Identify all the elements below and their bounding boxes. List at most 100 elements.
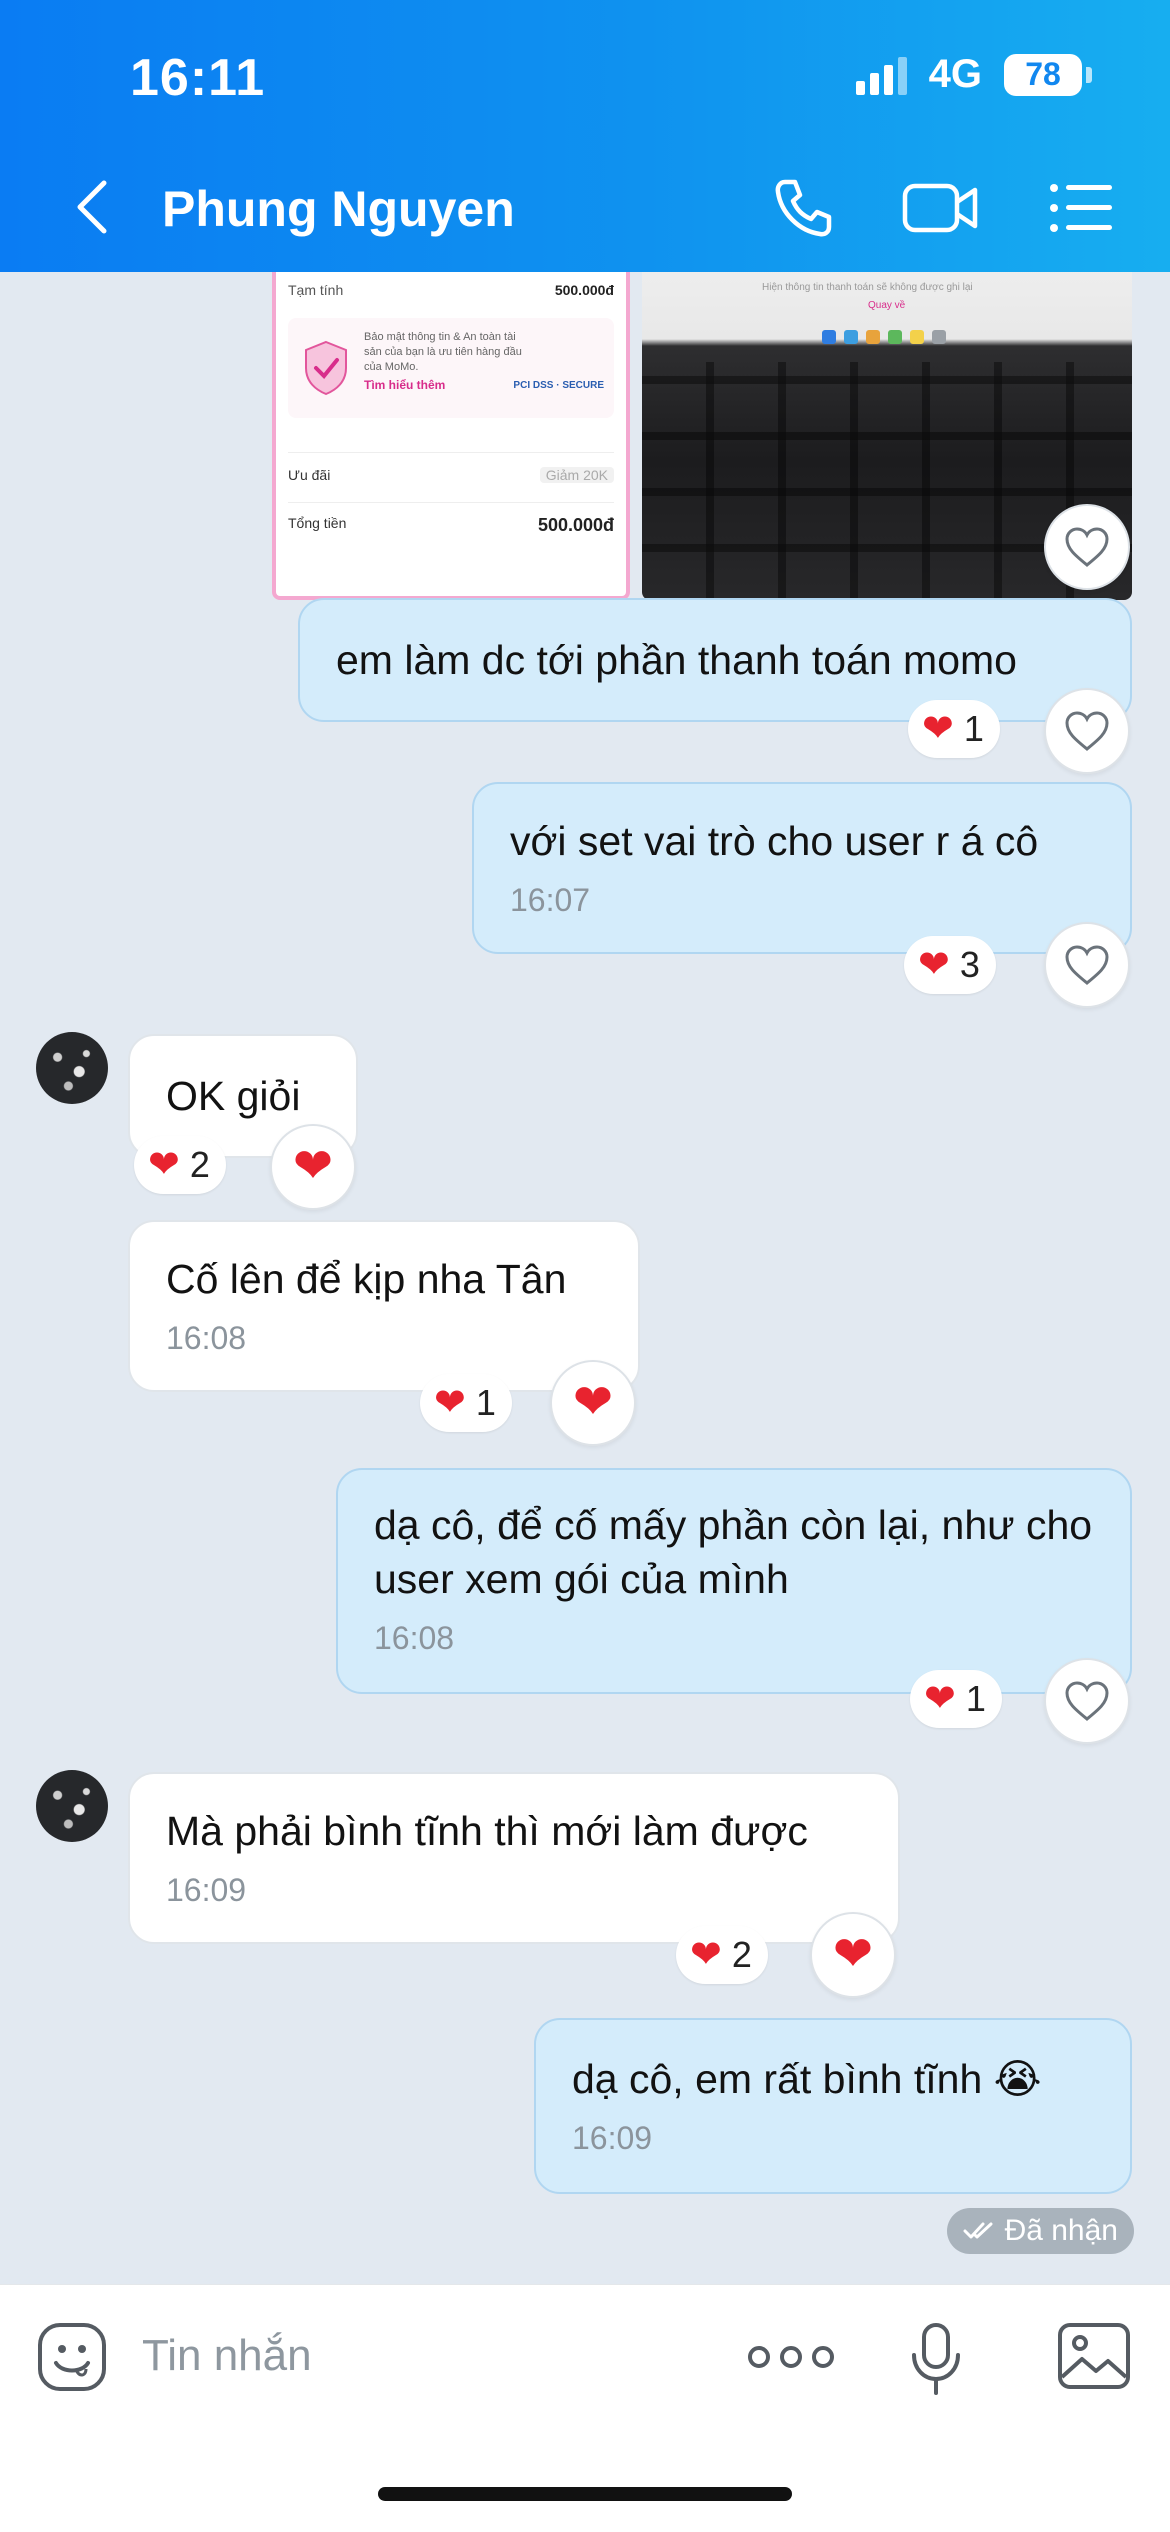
message-text: Cố lên để kịp nha Tân	[166, 1256, 567, 1302]
double-check-icon	[963, 2222, 993, 2239]
message-input[interactable]: Tin nhắn	[142, 2331, 312, 2381]
reaction-count: 1	[475, 1382, 496, 1423]
heart-icon: ❤	[690, 1934, 722, 1976]
message-input-bar: Tin nhắn	[0, 2284, 1170, 2532]
heart-icon: ❤	[434, 1382, 466, 1424]
reaction-summary[interactable]: ❤ 2	[134, 1136, 226, 1194]
heart-outline-icon	[1065, 1681, 1109, 1721]
heart-icon: ❤	[918, 944, 950, 986]
like-button-active[interactable]: ❤	[550, 1360, 636, 1446]
momo-subtotal-label: Tạm tính	[288, 282, 344, 298]
contact-name[interactable]: Phung Nguyen	[162, 180, 515, 238]
momo-notice-link: Tìm hiểu thêm	[364, 378, 446, 392]
cellular-signal-icon	[855, 55, 907, 95]
heart-icon: ❤	[148, 1144, 180, 1186]
more-options-button[interactable]	[748, 2335, 834, 2379]
status-indicators: 4G 78	[855, 52, 1092, 97]
reaction-summary[interactable]: ❤ 1	[908, 700, 1000, 758]
like-button-active[interactable]: ❤	[810, 1912, 896, 1998]
message-text: dạ cô, để cố mấy phần còn lại, như cho u…	[374, 1502, 1093, 1602]
momo-total-label: Tổng tiền	[288, 515, 347, 531]
heart-outline-icon	[1065, 945, 1109, 985]
voice-message-button[interactable]	[906, 2321, 966, 2397]
momo-total-row: Tổng tiền 500.000đ	[288, 502, 614, 536]
message-time: 16:07	[510, 882, 591, 918]
heart-icon: ❤	[924, 1678, 956, 1720]
reaction-count: 1	[963, 708, 984, 749]
video-call-icon	[902, 183, 978, 233]
reaction-count: 1	[965, 1678, 986, 1719]
momo-promo-row: Ưu đãi Giảm 20K	[288, 452, 614, 483]
emoji-button[interactable]	[36, 2321, 108, 2393]
sender-avatar[interactable]	[36, 1032, 108, 1104]
message-outgoing[interactable]: với set vai trò cho user r á cô 16:07	[472, 782, 1132, 954]
momo-promo-label: Ưu đãi	[288, 467, 331, 483]
momo-promo-value: Giảm 20K	[539, 467, 614, 483]
battery-level: 78	[1004, 53, 1082, 96]
network-type: 4G	[928, 52, 982, 96]
delivery-status-text: Đã nhận	[1004, 2214, 1118, 2247]
status-time: 16:11	[130, 49, 266, 107]
message-text: Mà phải bình tĩnh thì mới làm được	[166, 1808, 808, 1854]
heart-icon: ❤	[832, 1928, 874, 1981]
message-text: em làm dc tới phần thanh toán momo	[336, 637, 1017, 683]
sender-avatar[interactable]	[36, 1770, 108, 1842]
home-indicator	[378, 2487, 792, 2501]
heart-icon: ❤	[572, 1376, 614, 1429]
heart-outline-icon	[1065, 527, 1109, 567]
message-time: 16:08	[166, 1320, 247, 1356]
back-arrow-icon	[77, 180, 107, 234]
phone-icon	[775, 179, 832, 237]
like-button[interactable]	[1044, 688, 1130, 774]
message-time: 16:09	[166, 1872, 247, 1908]
video-call-button[interactable]	[896, 168, 986, 248]
message-text: với set vai trò cho user r á cô	[510, 818, 1039, 864]
reaction-summary[interactable]: ❤ 2	[676, 1926, 768, 1984]
microphone-icon	[912, 2323, 960, 2395]
chat-menu-button[interactable]	[1036, 168, 1126, 248]
image-attachment-momo[interactable]: Tạm tính 500.000đ Bảo mật thông tin & An…	[272, 272, 630, 600]
momo-subtotal-row: Tạm tính 500.000đ	[288, 282, 614, 298]
momo-subtotal-value: 500.000đ	[554, 282, 614, 298]
like-button[interactable]	[1044, 922, 1130, 1008]
send-image-button[interactable]	[1056, 2321, 1132, 2391]
chat-header: 16:11 4G 78 Phung Nguyen	[0, 0, 1170, 272]
heart-outline-icon	[1065, 711, 1109, 751]
reaction-count: 2	[189, 1144, 210, 1185]
momo-security-notice: Bảo mật thông tin & An toàn tài sản của …	[288, 318, 614, 418]
more-dots-icon	[748, 2346, 770, 2368]
message-incoming[interactable]: Cố lên để kịp nha Tân 16:08	[128, 1220, 640, 1392]
momo-notice-text: Bảo mật thông tin & An toàn tài sản của …	[364, 331, 522, 373]
battery-icon: 78	[1004, 53, 1092, 96]
reaction-count: 3	[959, 944, 980, 985]
reaction-summary[interactable]: ❤ 1	[910, 1670, 1002, 1728]
message-time: 16:09	[572, 2120, 653, 2156]
heart-icon: ❤	[922, 708, 954, 750]
reaction-summary[interactable]: ❤ 3	[904, 936, 996, 994]
reaction-summary[interactable]: ❤ 1	[420, 1374, 512, 1432]
message-time: 16:08	[374, 1620, 455, 1656]
message-text: OK giỏi	[166, 1073, 301, 1119]
back-button[interactable]	[62, 172, 122, 242]
photo-taskbar	[822, 330, 962, 346]
message-incoming[interactable]: Mà phải bình tĩnh thì mới làm được 16:09	[128, 1772, 900, 1944]
shield-icon	[305, 340, 347, 396]
photo-screen-text: Hiện thông tin thanh toán sẽ không được …	[762, 282, 973, 293]
delivery-status: Đã nhận	[946, 2208, 1134, 2254]
message-text: dạ cô, em rất bình tĩnh 😭	[572, 2056, 1042, 2102]
emoji-icon	[38, 2323, 106, 2391]
momo-partner-logos: PCI DSS · SECURE	[513, 380, 604, 391]
menu-list-icon	[1050, 184, 1112, 232]
photo-screen-link: Quay về	[868, 300, 906, 311]
message-outgoing[interactable]: em làm dc tới phần thanh toán momo	[298, 598, 1132, 722]
message-outgoing[interactable]: dạ cô, em rất bình tĩnh 😭 16:09	[534, 2018, 1132, 2194]
momo-total-value: 500.000đ	[537, 515, 614, 535]
image-icon	[1058, 2323, 1130, 2389]
message-outgoing[interactable]: dạ cô, để cố mấy phần còn lại, như cho u…	[336, 1468, 1132, 1694]
like-button[interactable]	[1044, 504, 1130, 590]
message-list[interactable]: Tạm tính 500.000đ Bảo mật thông tin & An…	[0, 272, 1170, 2284]
like-button-active[interactable]: ❤	[270, 1124, 356, 1210]
reaction-count: 2	[731, 1934, 752, 1975]
like-button[interactable]	[1044, 1658, 1130, 1744]
voice-call-button[interactable]	[758, 168, 848, 248]
